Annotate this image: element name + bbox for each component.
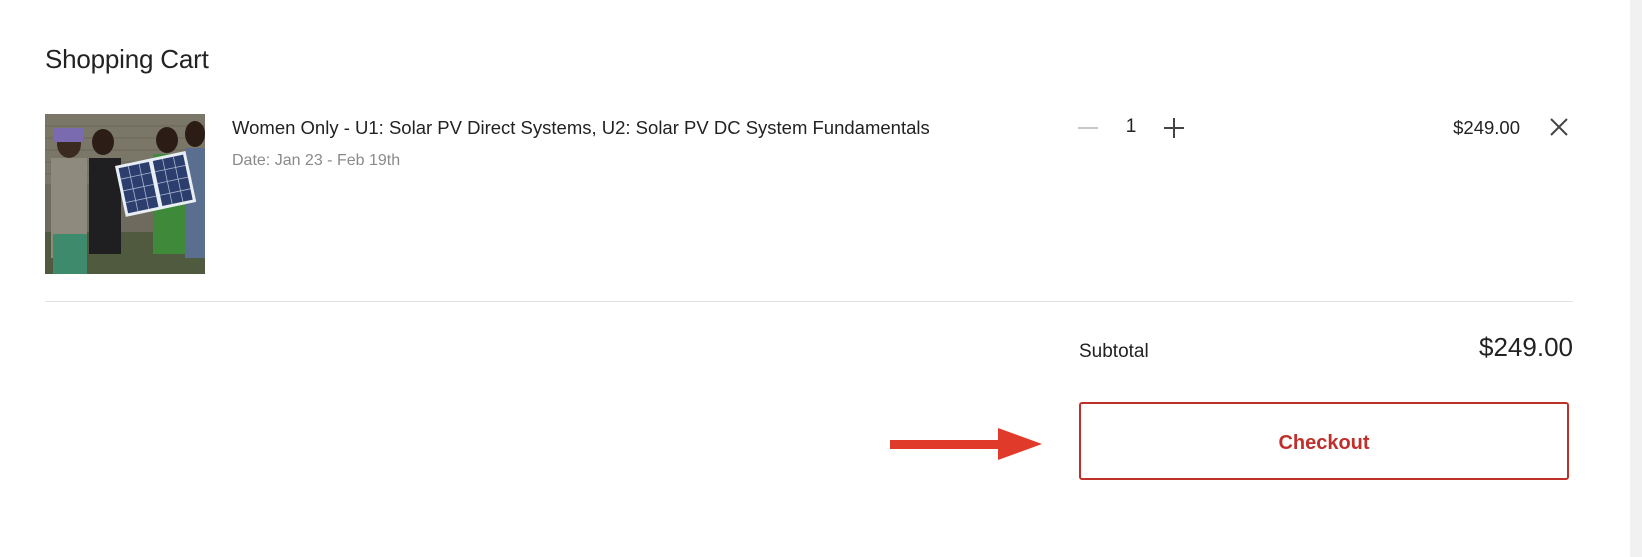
product-image[interactable] (45, 114, 205, 274)
product-photo-solar-panel (45, 114, 205, 274)
subtotal-value: $249.00 (1479, 332, 1573, 362)
checkout-button[interactable]: Checkout (1079, 402, 1569, 480)
quantity-value[interactable]: 1 (1118, 116, 1144, 138)
increase-quantity-button[interactable] (1162, 113, 1188, 143)
arrow-right-icon (890, 428, 1042, 460)
product-date: Date: Jan 23 - Feb 19th (232, 152, 401, 169)
close-icon (1550, 118, 1568, 136)
minus-icon (1078, 127, 1098, 129)
page-title: Shopping Cart (45, 44, 209, 74)
subtotal-label: Subtotal (1079, 341, 1149, 362)
page-scrollbar-gutter (1630, 0, 1642, 557)
remove-item-button[interactable] (1546, 114, 1572, 140)
line-item-price: $249.00 (1453, 117, 1520, 138)
product-title[interactable]: Women Only - U1: Solar PV Direct Systems… (232, 117, 930, 139)
decrease-quantity-button[interactable] (1076, 113, 1102, 143)
cart-divider (45, 301, 1573, 302)
